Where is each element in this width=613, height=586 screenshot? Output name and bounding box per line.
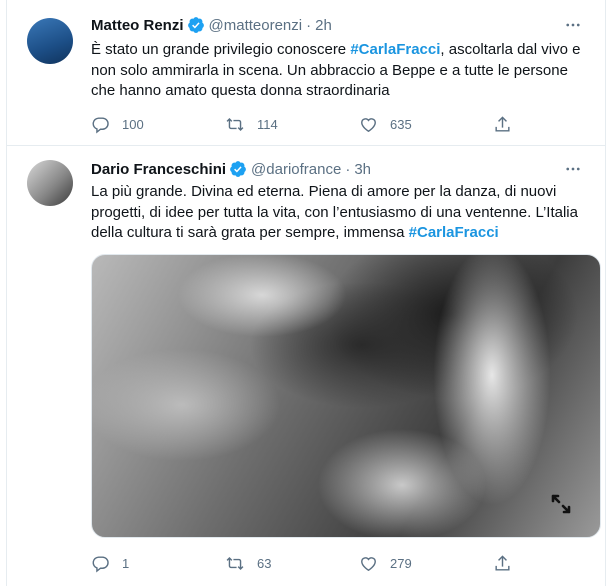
tweet-text-part: È stato un grande privilegio conoscere — [91, 41, 351, 58]
tweet-header: Matteo Renzi @matteorenzi · 2h — [91, 14, 585, 36]
like-button[interactable]: 635 — [359, 115, 493, 134]
author-handle[interactable]: @dariofrance — [251, 161, 341, 178]
hashtag-link[interactable]: #CarlaFracci — [350, 41, 440, 58]
tweet-timestamp[interactable]: 2h — [315, 17, 332, 34]
share-icon — [495, 115, 510, 132]
reply-icon — [92, 555, 109, 572]
separator-dot: · — [306, 16, 312, 34]
reply-icon — [92, 116, 109, 133]
tweet-media-photo[interactable] — [91, 254, 601, 538]
tweet-text: La più grande. Divina ed eterna. Piena d… — [91, 182, 583, 244]
share-button[interactable] — [493, 115, 524, 134]
more-horizontal-icon[interactable] — [561, 14, 585, 36]
reply-count: 100 — [122, 116, 144, 132]
tweet-actions: 1 63 279 — [91, 551, 531, 575]
avatar[interactable] — [27, 160, 73, 206]
author-name[interactable]: Dario Franceschini — [91, 161, 226, 178]
timeline-feed: Matteo Renzi @matteorenzi · 2h È stato u… — [6, 0, 606, 586]
reply-count: 1 — [122, 555, 130, 571]
tweet[interactable]: Matteo Renzi @matteorenzi · 2h È stato u… — [7, 0, 605, 146]
retweet-icon — [226, 556, 244, 570]
verified-badge-icon — [187, 16, 205, 34]
tweet-header: Dario Franceschini @dariofrance · 3h — [91, 158, 585, 180]
share-button[interactable] — [493, 554, 524, 573]
like-count: 279 — [390, 555, 412, 571]
tweet-text-part: La più grande. Divina ed eterna. Piena d… — [91, 183, 578, 241]
heart-icon — [361, 556, 376, 571]
more-horizontal-icon[interactable] — [561, 158, 585, 180]
reply-button[interactable]: 1 — [91, 554, 225, 573]
verified-badge-icon — [229, 160, 247, 178]
like-button[interactable]: 279 — [359, 554, 493, 573]
tweet-timestamp[interactable]: 3h — [354, 161, 371, 178]
retweet-button[interactable]: 63 — [225, 554, 359, 573]
tweet[interactable]: Dario Franceschini @dariofrance · 3h La … — [7, 146, 605, 586]
tweet-text: È stato un grande privilegio conoscere #… — [91, 40, 583, 102]
heart-icon — [361, 117, 376, 132]
retweet-count: 114 — [257, 116, 278, 132]
hashtag-link[interactable]: #CarlaFracci — [409, 224, 499, 241]
avatar[interactable] — [27, 18, 73, 64]
like-count: 635 — [390, 116, 412, 132]
retweet-icon — [226, 117, 244, 131]
expand-icon[interactable] — [548, 491, 574, 517]
tweet-actions: 100 114 635 — [91, 112, 531, 136]
retweet-button[interactable]: 114 — [225, 115, 359, 134]
retweet-count: 63 — [257, 555, 272, 571]
share-icon — [495, 554, 510, 571]
author-name[interactable]: Matteo Renzi — [91, 17, 184, 34]
separator-dot: · — [345, 160, 351, 178]
reply-button[interactable]: 100 — [91, 115, 225, 134]
author-handle[interactable]: @matteorenzi — [209, 17, 303, 34]
